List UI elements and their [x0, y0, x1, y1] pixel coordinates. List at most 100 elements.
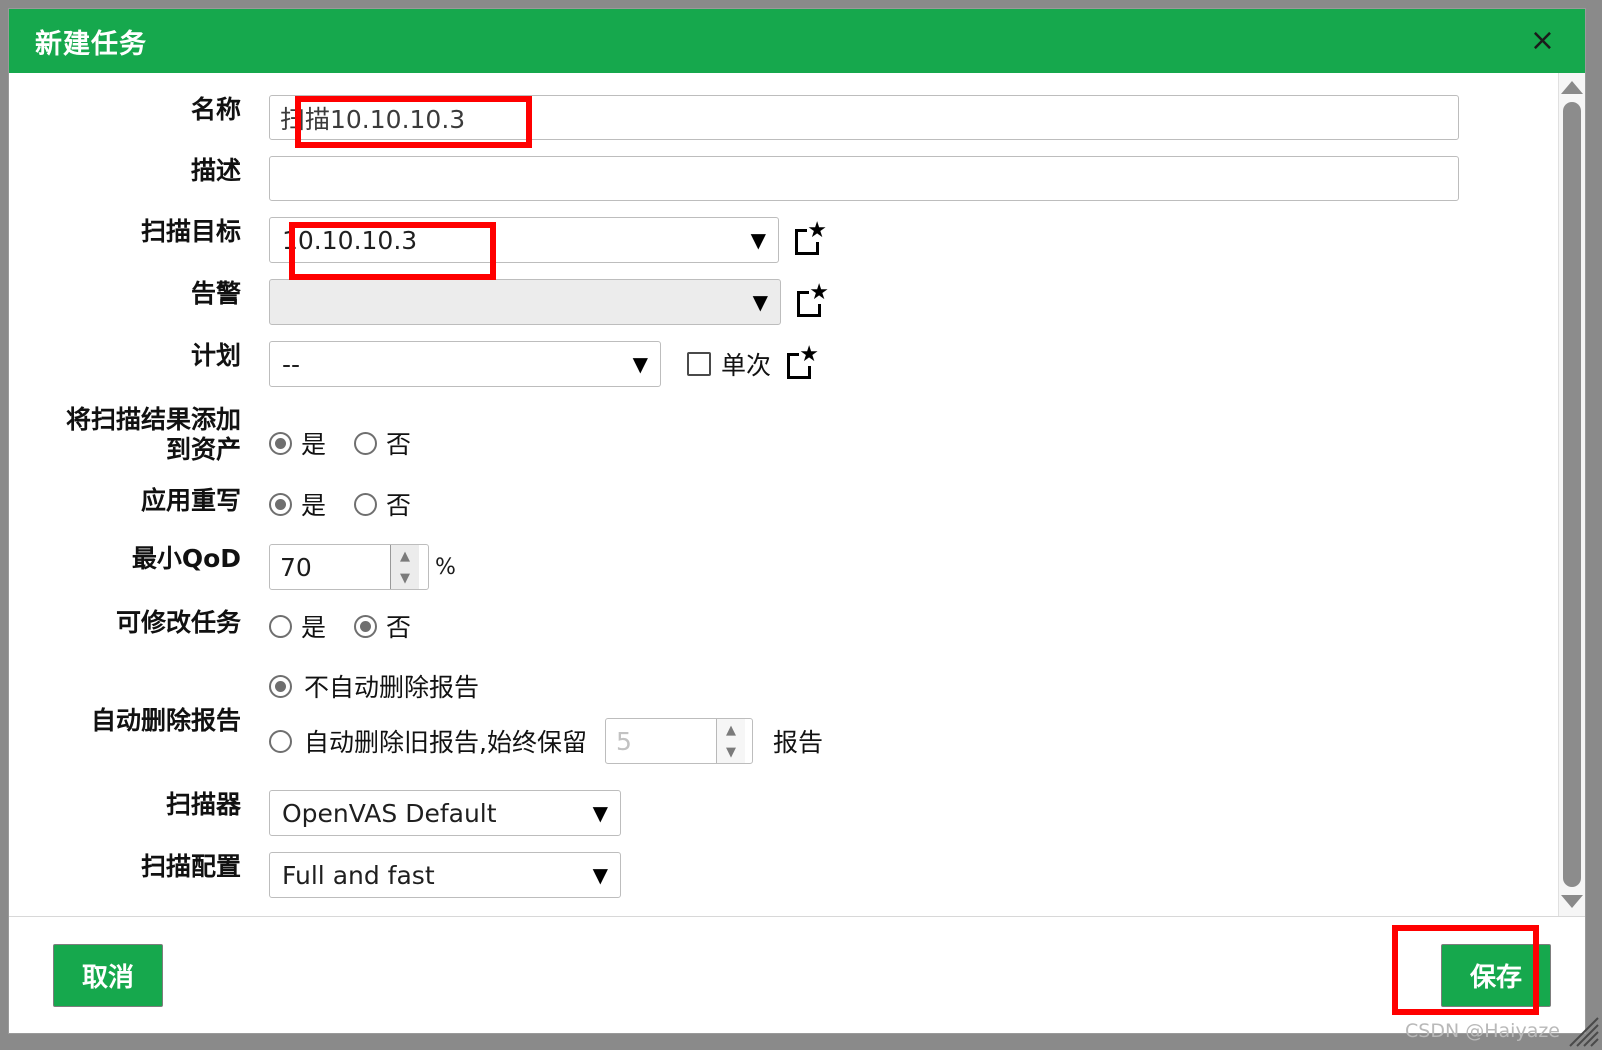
- auto-delete-option-never[interactable]: 不自动删除报告: [269, 668, 823, 704]
- scan-config-value: Full and fast: [282, 860, 435, 890]
- radio-circle: [269, 729, 292, 753]
- chevron-down-icon: ▼: [632, 352, 648, 376]
- label-apply-overrides: 应用重写: [140, 486, 241, 515]
- row-name: 名称: [9, 95, 1558, 140]
- description-input[interactable]: [269, 156, 1459, 201]
- schedule-once-checkbox[interactable]: 单次: [687, 346, 771, 382]
- scanner-select[interactable]: OpenVAS Default ▼: [269, 790, 621, 836]
- resize-grip-icon[interactable]: [1564, 1012, 1600, 1048]
- scrollbar-track[interactable]: [1559, 102, 1585, 887]
- option-label: 是: [301, 613, 327, 642]
- radio-circle: [269, 492, 292, 516]
- scrollbar-thumb[interactable]: [1563, 102, 1581, 887]
- apply-overrides-option-no[interactable]: 否: [354, 486, 411, 522]
- control-name: [269, 95, 1558, 140]
- add-results-option-yes[interactable]: 是: [269, 425, 326, 461]
- vertical-scrollbar[interactable]: [1558, 73, 1585, 916]
- dialog-footer: 取消 保存: [9, 917, 1585, 1033]
- option-label: 否: [386, 613, 412, 642]
- spin-down-icon[interactable]: ▼: [391, 567, 419, 589]
- auto-delete-option-keep[interactable]: 自动删除旧报告,始终保留 ▲ ▼ 报告: [269, 718, 823, 764]
- row-add-results-to-assets: 将扫描结果添加 到资产 是 否: [9, 403, 1558, 464]
- name-input[interactable]: [269, 95, 1459, 140]
- row-schedule: 计划 -- ▼ 单次 ★: [9, 341, 1558, 387]
- min-qod-spin-buttons[interactable]: ▲ ▼: [390, 545, 419, 589]
- keep-reports-input[interactable]: [605, 719, 716, 763]
- auto-delete-radio-group: 不自动删除报告 自动删除旧报告,始终保留 ▲ ▼: [269, 668, 823, 764]
- row-scan-target: 扫描目标 10.10.10.3 ▼ ★: [9, 217, 1558, 263]
- chevron-down-icon: ▼: [592, 801, 608, 825]
- scan-target-select[interactable]: 10.10.10.3 ▼: [269, 217, 779, 263]
- form-scroll-area: 名称 描述 扫描目标 10.10: [9, 73, 1558, 916]
- keep-reports-spin-buttons[interactable]: ▲ ▼: [715, 719, 745, 763]
- scan-config-select[interactable]: Full and fast ▼: [269, 852, 621, 898]
- min-qod-stepper[interactable]: ▲ ▼: [269, 544, 429, 590]
- dialog-title: 新建任务: [35, 28, 147, 60]
- close-icon[interactable]: ×: [1522, 22, 1563, 60]
- label-add-results-to-assets: 将扫描结果添加 到资产: [9, 403, 269, 464]
- min-qod-unit: %: [435, 554, 456, 580]
- new-alert-icon[interactable]: ★: [797, 280, 829, 319]
- star-shape: ★: [809, 280, 829, 305]
- scanner-value: OpenVAS Default: [282, 798, 497, 828]
- radio-circle: [354, 614, 378, 638]
- control-scan-config: Full and fast ▼: [269, 852, 1558, 898]
- label-scanner: 扫描器: [165, 790, 241, 819]
- row-alterable-task: 可修改任务 是 否: [9, 608, 1558, 644]
- label-schedule: 计划: [190, 341, 241, 370]
- scroll-down-arrow-icon[interactable]: [1561, 895, 1583, 908]
- alterable-task-option-yes[interactable]: 是: [269, 608, 326, 644]
- option-label: 自动删除旧报告,始终保留: [304, 728, 587, 757]
- control-add-results-to-assets: 是 否: [269, 403, 1558, 461]
- spin-down-icon[interactable]: ▼: [717, 741, 745, 763]
- radio-circle: [269, 431, 292, 455]
- spin-up-icon[interactable]: ▲: [391, 545, 419, 567]
- control-alterable-task: 是 否: [269, 608, 1558, 644]
- row-scanner: 扫描器 OpenVAS Default ▼: [9, 790, 1558, 836]
- min-qod-input[interactable]: [270, 545, 390, 589]
- alterable-task-radio-group: 是 否: [269, 608, 433, 644]
- schedule-value: --: [282, 349, 301, 379]
- row-min-qod: 最小QoD ▲ ▼ %: [9, 544, 1558, 590]
- dialog-titlebar: 新建任务 ×: [9, 9, 1585, 73]
- control-alert: ▼ ★: [269, 279, 1558, 325]
- control-description: [269, 156, 1558, 201]
- cancel-button[interactable]: 取消: [53, 943, 164, 1007]
- scroll-up-arrow-icon[interactable]: [1561, 81, 1583, 94]
- alterable-task-option-no[interactable]: 否: [354, 608, 411, 644]
- control-schedule: -- ▼ 单次 ★: [269, 341, 1558, 387]
- spin-up-icon[interactable]: ▲: [717, 719, 745, 741]
- label-name: 名称: [190, 95, 241, 124]
- row-alert: 告警 ▼ ★: [9, 279, 1558, 325]
- control-scan-target: 10.10.10.3 ▼ ★: [269, 217, 1558, 263]
- save-button[interactable]: 保存: [1440, 943, 1551, 1007]
- new-schedule-icon[interactable]: ★: [787, 344, 820, 381]
- option-label: 是: [301, 430, 327, 459]
- control-apply-overrides: 是 否: [269, 486, 1558, 522]
- schedule-select[interactable]: -- ▼: [269, 341, 661, 387]
- option-label: 否: [386, 430, 412, 459]
- add-results-radio-group: 是 否: [269, 425, 433, 461]
- label-min-qod: 最小QoD: [131, 544, 241, 573]
- star-shape: ★: [807, 218, 827, 243]
- checkbox-box: [687, 352, 711, 376]
- apply-overrides-radio-group: 是 否: [269, 486, 433, 522]
- add-results-option-no[interactable]: 否: [354, 425, 411, 461]
- reports-suffix-label: 报告: [772, 728, 823, 757]
- label-line-1: 将扫描结果添加: [65, 405, 241, 434]
- row-apply-overrides: 应用重写 是 否: [9, 486, 1558, 522]
- scan-target-value: 10.10.10.3: [282, 225, 418, 255]
- alert-select[interactable]: ▼: [269, 279, 781, 325]
- control-auto-delete-reports: 不自动删除报告 自动删除旧报告,始终保留 ▲ ▼: [269, 668, 1558, 764]
- label-alterable-task: 可修改任务: [115, 608, 241, 637]
- chevron-down-icon: ▼: [592, 863, 608, 887]
- apply-overrides-option-yes[interactable]: 是: [269, 486, 326, 522]
- option-label: 不自动删除报告: [304, 673, 480, 702]
- new-target-icon[interactable]: ★: [795, 218, 827, 257]
- keep-reports-stepper[interactable]: ▲ ▼: [604, 718, 753, 764]
- schedule-once-label: 单次: [721, 351, 772, 380]
- screen: 新建任务 × 名称 描述: [0, 0, 1602, 1050]
- label-auto-delete-reports: 自动删除报告: [90, 706, 241, 735]
- row-scan-config: 扫描配置 Full and fast ▼: [9, 852, 1558, 898]
- label-scan-target: 扫描目标: [140, 217, 241, 246]
